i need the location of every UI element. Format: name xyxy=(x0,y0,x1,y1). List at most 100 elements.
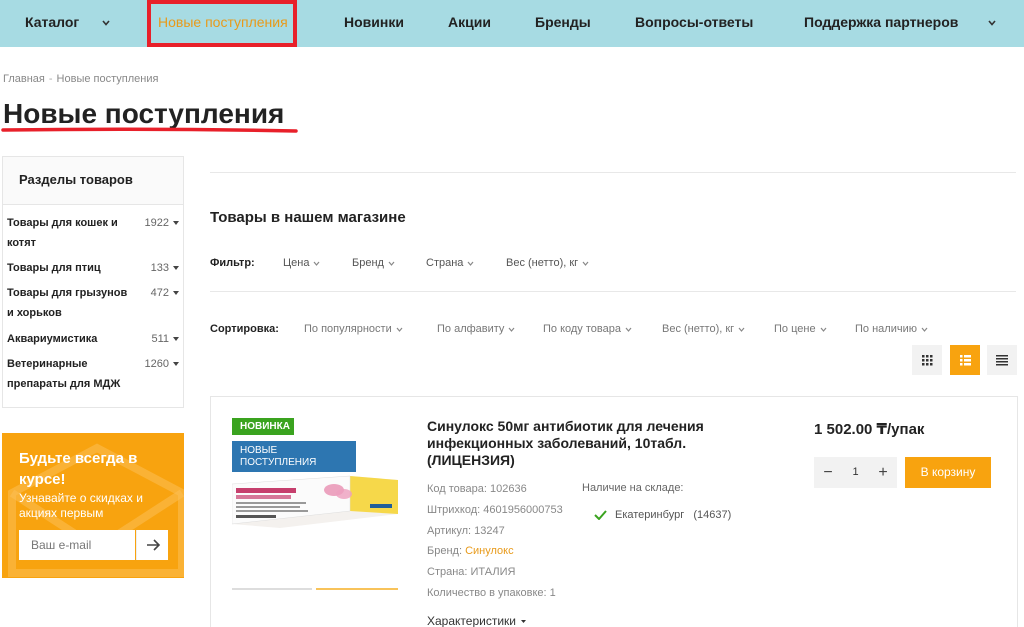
product-image[interactable] xyxy=(232,466,398,541)
chevron-down-icon xyxy=(625,327,632,332)
sidebar-item-aquarium[interactable]: Аквариумистика 511 xyxy=(7,329,179,349)
add-to-cart-button[interactable]: В корзину xyxy=(905,457,991,488)
divider xyxy=(210,172,1016,173)
filter-price[interactable]: Цена xyxy=(283,257,320,269)
sort-label-text: По наличию xyxy=(855,323,917,335)
qty-minus-button[interactable]: − xyxy=(814,457,842,488)
nav-faq[interactable]: Вопросы-ответы xyxy=(635,0,753,47)
subscribe-button[interactable] xyxy=(136,530,168,560)
filter-label-text: Страна xyxy=(426,257,464,269)
nav-partner-support[interactable]: Поддержка партнеров xyxy=(804,0,958,47)
sidebar-item-count: 511 xyxy=(151,333,169,345)
chevron-down-icon xyxy=(508,327,515,332)
chevron-down-icon[interactable] xyxy=(101,18,111,28)
view-list-button[interactable] xyxy=(950,345,980,375)
stock-label: Наличие на складе: xyxy=(582,482,684,494)
stock-city: Екатеринбург xyxy=(615,509,685,521)
email-field[interactable] xyxy=(19,530,135,560)
title-underline xyxy=(1,127,298,133)
chevron-down-icon xyxy=(313,261,320,266)
sidebar-item-label: Товары для кошек и котят xyxy=(7,217,118,249)
specs-toggle[interactable]: Характеристики xyxy=(427,614,527,627)
sort-label: Сортировка: xyxy=(210,323,279,335)
sort-label-text: Вес (нетто), кг xyxy=(662,323,735,335)
product-name[interactable]: Синулокс 50мг антибиотик для лечения инф… xyxy=(427,418,767,469)
caret-down-icon[interactable] xyxy=(173,362,179,366)
sort-popularity[interactable]: По популярности xyxy=(304,323,403,335)
sort-label-text: По коду товара xyxy=(543,323,621,335)
breadcrumb-home[interactable]: Главная xyxy=(3,73,45,85)
filter-label-text: Вес (нетто), кг xyxy=(506,257,579,269)
subscribe-promo: Будьте всегда в курсе! Узнавайте о скидк… xyxy=(2,433,184,578)
badge-new: НОВИНКА xyxy=(232,418,294,435)
filter-label: Фильтр: xyxy=(210,257,255,269)
stock-count: (14637) xyxy=(693,509,732,521)
check-icon xyxy=(594,510,607,521)
promo-title: Будьте всегда в курсе! xyxy=(19,450,138,488)
brand-link[interactable]: Синулокс xyxy=(465,545,514,557)
grid-icon xyxy=(922,355,933,366)
caret-down-icon[interactable] xyxy=(173,291,179,295)
chevron-down-icon xyxy=(738,327,745,332)
chevron-down-icon xyxy=(820,327,827,332)
sidebar-item-label: Ветеринарные препараты для МДЖ xyxy=(7,358,121,390)
breadcrumb-current: Новые поступления xyxy=(56,73,159,85)
gallery-indicator-active[interactable] xyxy=(316,588,398,590)
sidebar-item-label: Товары для птиц xyxy=(7,262,101,274)
filter-weight[interactable]: Вес (нетто), кг xyxy=(506,257,589,269)
stock-row: Екатеринбург (14637) xyxy=(594,509,731,521)
divider xyxy=(210,291,1016,292)
list-icon xyxy=(960,355,971,366)
nav-novelties[interactable]: Новинки xyxy=(344,0,404,47)
product-article: Артикул: 13247 xyxy=(427,525,505,537)
sort-label-text: По цене xyxy=(774,323,816,335)
view-table-button[interactable] xyxy=(987,345,1017,375)
chevron-down-icon xyxy=(467,261,474,266)
arrow-right-icon xyxy=(147,539,161,551)
sidebar-item-rodents[interactable]: Товары для грызунов и хорьков 472 xyxy=(7,283,179,323)
sidebar-item-count: 1922 xyxy=(144,217,169,229)
sort-label-text: По алфавиту xyxy=(437,323,505,335)
view-grid-button[interactable] xyxy=(912,345,942,375)
product-barcode: Штрихкод: 4601956000753 xyxy=(427,504,563,516)
nav-promotions[interactable]: Акции xyxy=(448,0,491,47)
sort-availability[interactable]: По наличию xyxy=(855,323,928,335)
table-icon xyxy=(996,355,1008,366)
qty-plus-button[interactable]: + xyxy=(869,457,897,488)
caret-down-icon[interactable] xyxy=(173,337,179,341)
sort-code[interactable]: По коду товара xyxy=(543,323,632,335)
highlight-box xyxy=(147,0,297,47)
filter-brand[interactable]: Бренд xyxy=(352,257,395,269)
product-country: Страна: ИТАЛИЯ xyxy=(427,566,516,578)
product-code: Код товара: 102636 xyxy=(427,483,527,495)
sidebar-item-label: Аквариумистика xyxy=(7,333,98,345)
gallery-indicator[interactable] xyxy=(232,588,312,590)
filter-label-text: Цена xyxy=(283,257,310,269)
chevron-down-icon xyxy=(921,327,928,332)
sidebar-item-label: Товары для грызунов и хорьков xyxy=(7,287,128,319)
sidebar-item-vet[interactable]: Ветеринарные препараты для МДЖ 1260 xyxy=(7,354,179,394)
caret-down-icon[interactable] xyxy=(173,266,179,270)
sort-weight[interactable]: Вес (нетто), кг xyxy=(662,323,745,335)
specs-label: Характеристики xyxy=(427,614,516,627)
chevron-down-icon xyxy=(388,261,395,266)
nav-catalog[interactable]: Каталог xyxy=(25,0,79,47)
breadcrumb-separator: - xyxy=(48,73,53,85)
sort-price[interactable]: По цене xyxy=(774,323,827,335)
sort-alphabet[interactable]: По алфавиту xyxy=(437,323,515,335)
qty-value[interactable]: 1 xyxy=(842,457,869,488)
caret-down-icon[interactable] xyxy=(173,221,179,225)
breadcrumb: Главная - Новые поступления xyxy=(3,73,158,85)
promo-text: Узнавайте о скидках и акциях первым xyxy=(19,491,143,520)
product-brand: Бренд: Синулокс xyxy=(427,545,514,557)
sidebar-item-count: 472 xyxy=(150,287,169,299)
filter-label-text: Бренд xyxy=(352,257,384,269)
sidebar-item-count: 133 xyxy=(150,262,169,274)
section-title: Товары в нашем магазине xyxy=(210,209,406,226)
filter-country[interactable]: Страна xyxy=(426,257,474,269)
sidebar-item-birds[interactable]: Товары для птиц 133 xyxy=(7,258,179,278)
sidebar-item-cats[interactable]: Товары для кошек и котят 1922 xyxy=(7,213,179,253)
chevron-down-icon[interactable] xyxy=(987,18,997,28)
sidebar-item-count: 1260 xyxy=(144,358,169,370)
nav-brands[interactable]: Бренды xyxy=(535,0,591,47)
